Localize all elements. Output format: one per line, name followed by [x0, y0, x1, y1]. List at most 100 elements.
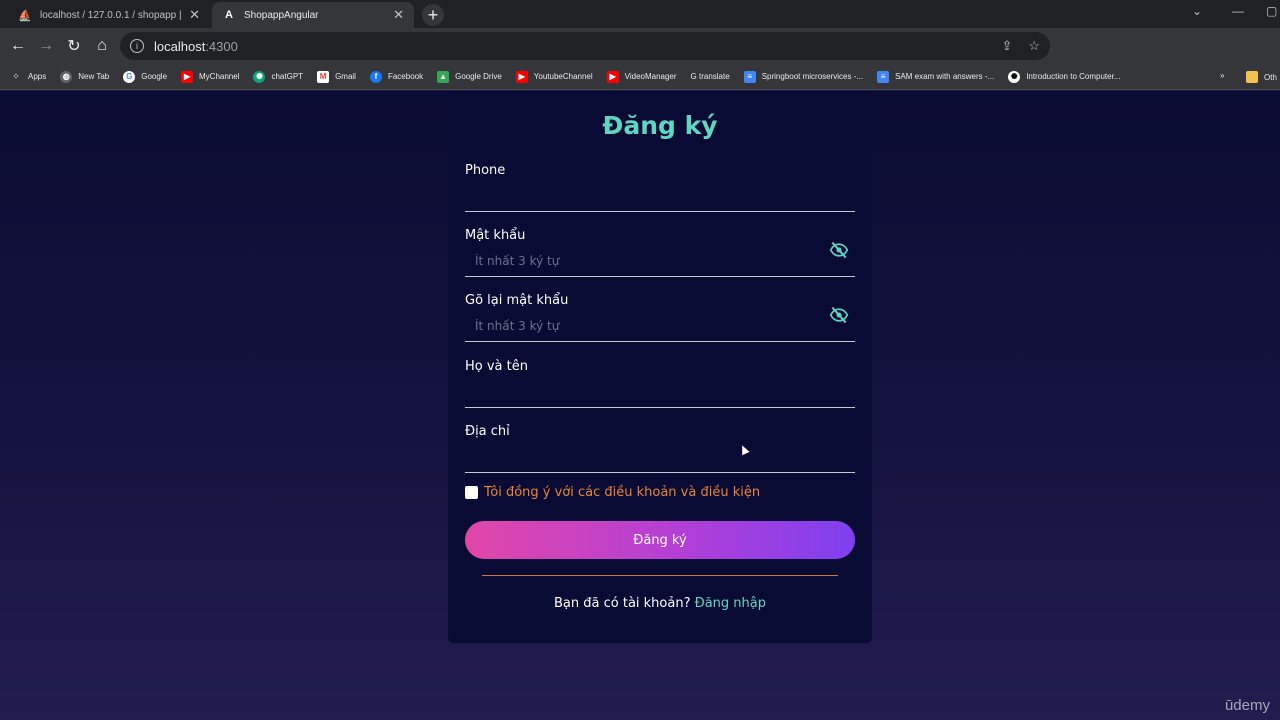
docs-icon: ≡	[743, 70, 756, 83]
address-field: Địa chỉ	[465, 424, 855, 474]
bookmark-other[interactable]: Oth	[1246, 71, 1277, 83]
site-info-icon[interactable]: i	[130, 39, 144, 53]
youtube-icon: ▶	[606, 70, 619, 83]
tab-search-icon[interactable]: ⌄	[1192, 4, 1202, 18]
bookmark-label: chatGPT	[271, 72, 304, 81]
back-icon[interactable]: ←	[4, 32, 32, 60]
login-prompt-text: Bạn đã có tài khoản?	[554, 596, 691, 611]
bookmark-intro-computer[interactable]: ✺ Introduction to Computer...	[1008, 70, 1121, 83]
youtube-icon: ▶	[515, 70, 528, 83]
bookmark-apps[interactable]: ⁘ Apps	[10, 71, 47, 83]
bookmark-star-icon[interactable]: ☆	[1028, 38, 1040, 54]
udemy-watermark: ūdemy	[1224, 697, 1270, 714]
phone-label: Phone	[465, 163, 506, 178]
browser-toolbar: ← → ↻ ⌂ i localhost:4300 ⇪ ☆ ⊙ ( ) ◐ ▶ C…	[0, 28, 1280, 82]
retype-password-field: Gõ lại mật khẩu	[465, 293, 855, 343]
eye-slash-icon[interactable]	[829, 240, 849, 260]
fullname-underline	[465, 407, 855, 408]
login-prompt: Bạn đã có tài khoản? Đăng nhập	[448, 596, 872, 611]
login-link[interactable]: Đăng nhập	[695, 596, 766, 611]
address-input[interactable]	[465, 446, 825, 468]
gmail-icon: M	[317, 70, 330, 83]
bookmark-label: Introduction to Computer...	[1026, 72, 1121, 81]
page-title: Đăng ký	[602, 111, 718, 140]
fullname-input[interactable]	[465, 381, 825, 403]
address-label: Địa chỉ	[465, 424, 510, 439]
angular-icon: A	[225, 9, 233, 21]
tab-shopapp[interactable]: A ShopappAngular ✕	[212, 2, 414, 28]
folder-icon	[1246, 71, 1258, 83]
retype-password-input[interactable]	[465, 315, 825, 337]
bookmark-label: Facebook	[387, 72, 424, 81]
register-card: Đăng ký Phone Mật khẩu Gõ lại mật khẩu H…	[448, 91, 872, 643]
bookmark-google[interactable]: G Google	[123, 70, 168, 83]
retype-password-underline	[465, 341, 855, 342]
new-tab-button[interactable]: +	[422, 4, 444, 26]
bookmark-label: Springboot microservices -...	[761, 72, 864, 81]
bookmark-new-tab[interactable]: ◍ New Tab	[60, 70, 110, 83]
password-underline	[465, 276, 855, 277]
globe-icon: ◍	[60, 70, 73, 83]
tab-title: localhost / 127.0.0.1 / shopapp | phpMyA…	[40, 9, 183, 21]
docs-icon: ≡	[877, 70, 890, 83]
bookmark-label: Google	[141, 72, 168, 81]
minimize-icon[interactable]: —	[1232, 4, 1244, 18]
bookmark-gmail[interactable]: M Gmail	[317, 70, 356, 83]
page-viewport: Đăng ký Phone Mật khẩu Gõ lại mật khẩu H…	[0, 91, 1280, 720]
phpmyadmin-icon: ⛵	[18, 9, 32, 22]
url-port: :4300	[205, 38, 238, 54]
bookmark-label: VideoManager	[624, 72, 677, 81]
bookmark-mychannel[interactable]: ▶ MyChannel	[181, 70, 240, 83]
terms-label[interactable]: Tôi đồng ý với các điều khoản và điều ki…	[484, 485, 760, 500]
address-bar[interactable]: i localhost:4300 ⇪ ☆	[120, 32, 1050, 60]
bookmark-label: Gmail	[335, 72, 356, 81]
bookmark-label: New Tab	[78, 72, 110, 81]
bookmark-springboot[interactable]: ≡ Springboot microservices -...	[743, 70, 864, 83]
more-bookmarks-icon[interactable]: »	[1220, 71, 1224, 80]
retype-password-label: Gõ lại mật khẩu	[465, 293, 569, 308]
share-icon[interactable]: ⇪	[1001, 38, 1012, 54]
forward-icon[interactable]: →	[32, 32, 60, 60]
reload-icon[interactable]: ↻	[60, 32, 88, 60]
tab-phpmyadmin[interactable]: ⛵ localhost / 127.0.0.1 / shopapp | phpM…	[8, 2, 210, 28]
chatgpt-icon: ✺	[253, 70, 266, 83]
phone-field: Phone	[465, 163, 855, 213]
phone-underline	[465, 211, 855, 212]
maximize-icon[interactable]: ▢	[1266, 4, 1277, 18]
tab-strip: ⛵ localhost / 127.0.0.1 / shopapp | phpM…	[0, 0, 1280, 28]
password-input[interactable]	[465, 250, 825, 272]
password-field: Mật khẩu	[465, 228, 855, 278]
password-label: Mật khẩu	[465, 228, 526, 243]
url-host: localhost	[154, 38, 206, 54]
bookmark-label: YoutubeChannel	[533, 72, 593, 81]
close-tab-icon[interactable]: ✕	[393, 7, 404, 23]
bookmark-google-drive[interactable]: ▲ Google Drive	[437, 70, 502, 83]
close-tab-icon[interactable]: ✕	[189, 7, 200, 23]
eye-slash-icon[interactable]	[829, 305, 849, 325]
fullname-label: Họ và tên	[465, 359, 528, 374]
register-button[interactable]: Đăng ký	[465, 521, 855, 559]
tab-title: ShopappAngular	[244, 9, 319, 21]
divider	[482, 575, 838, 576]
bookmark-videomanager[interactable]: ▶ VideoManager	[606, 70, 677, 83]
home-icon[interactable]: ⌂	[88, 32, 116, 60]
bookmark-label: Apps	[28, 72, 47, 81]
bookmark-chatgpt[interactable]: ✺ chatGPT	[253, 70, 304, 83]
bookmark-label: MyChannel	[199, 72, 240, 81]
terms-checkbox[interactable]	[465, 486, 478, 499]
google-icon: G	[123, 70, 136, 83]
terms-agreement: Tôi đồng ý với các điều khoản và điều ki…	[465, 485, 760, 500]
chatgpt-icon: ✺	[1008, 70, 1021, 83]
bookmark-sam-exam[interactable]: ≡ SAM exam with answers -...	[877, 70, 994, 83]
bookmark-youtubechannel[interactable]: ▶ YoutubeChannel	[515, 70, 593, 83]
apps-grid-icon: ⁘	[12, 72, 20, 81]
bookmark-facebook[interactable]: f Facebook	[369, 70, 424, 83]
bookmark-translate[interactable]: G translate	[691, 72, 730, 81]
bookmark-label: Oth	[1264, 72, 1277, 82]
phone-input[interactable]	[465, 185, 825, 207]
address-underline	[465, 472, 855, 473]
fullname-field: Họ và tên	[465, 359, 855, 409]
drive-icon: ▲	[437, 70, 450, 83]
facebook-icon: f	[369, 70, 382, 83]
bookmarks-bar: ⁘ Apps ◍ New Tab G Google ▶ MyChannel ✺ chatG…	[0, 64, 1280, 90]
